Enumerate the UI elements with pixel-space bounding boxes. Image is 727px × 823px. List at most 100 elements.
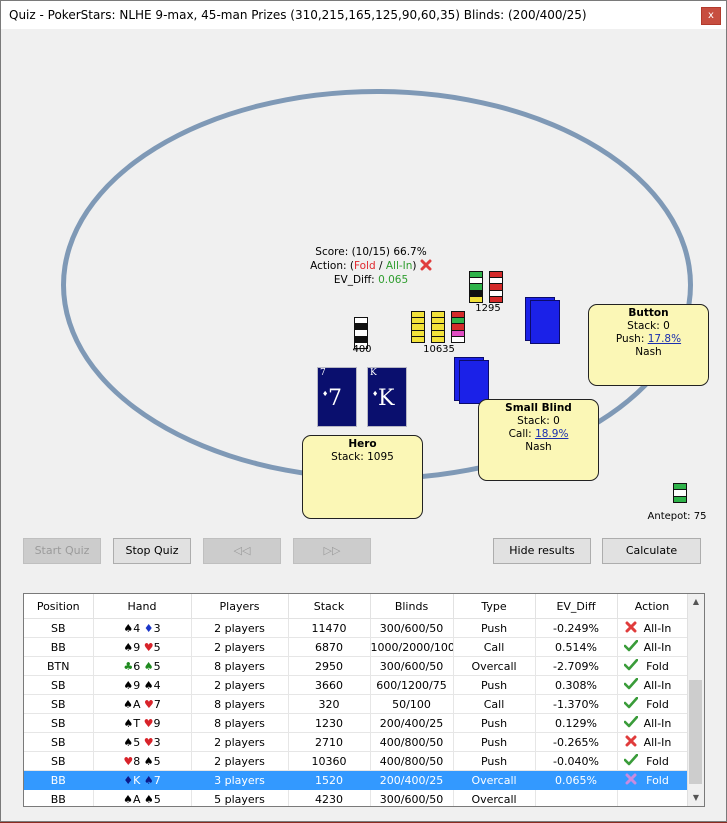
cell-position: SB — [24, 675, 94, 695]
prev-button[interactable]: ◁◁ — [203, 538, 281, 564]
results-grid[interactable]: Position Hand Players Stack Blinds Type … — [23, 593, 705, 807]
cell-hand: ♠9 ♠4 — [93, 675, 192, 695]
player-box-hero[interactable]: Hero Stack: 1095 — [302, 435, 423, 519]
card-rank: 8 — [133, 754, 141, 768]
start-quiz-button[interactable]: Start Quiz — [23, 538, 101, 564]
cell-blinds: 300/600/50 — [370, 618, 454, 638]
col-header-hand[interactable]: Hand — [93, 594, 192, 619]
card-rank: 5 — [153, 640, 161, 654]
player-box-button[interactable]: Button Stack: 0 Push: 17.8% Nash — [588, 304, 709, 386]
table-row[interactable]: BTN ♣6 ♠5 8 players 2950 300/600/50 Overcall -… — [24, 656, 688, 676]
checkmark-icon — [623, 677, 639, 693]
card-rank: 5 — [153, 659, 161, 673]
quiz-window: Quiz - PokerStars: NLHE 9-max, 45-man Pr… — [0, 0, 727, 822]
cell-action: Fold — [617, 770, 688, 790]
cell-hand: ♠A ♥7 — [93, 694, 192, 714]
scroll-down-icon[interactable]: ▼ — [688, 790, 704, 806]
cell-hand: ♦K ♠7 — [93, 770, 192, 790]
push-range-link[interactable]: 17.8% — [648, 333, 681, 345]
scroll-up-icon[interactable]: ▲ — [688, 594, 704, 610]
cell-stack: 320 — [288, 694, 371, 714]
cell-position: SB — [24, 713, 94, 733]
table-row[interactable]: SB ♠9 ♠4 2 players 3660 600/1200/75 Push 0.308… — [24, 675, 688, 695]
wrong-icon — [420, 259, 432, 271]
table-row[interactable]: SB ♠A ♥7 8 players 320 50/100 Call -1.370% Fold — [24, 694, 688, 714]
cell-stack: 2950 — [288, 656, 371, 676]
card-suit: ♠ — [143, 678, 154, 692]
cell-players: 8 players — [191, 713, 289, 733]
card-suit: ♠ — [143, 754, 154, 768]
sb-bet-amount: 1295 — [475, 303, 501, 314]
table-row[interactable]: SB ♠4 ♦3 2 players 11470 300/600/50 Push -0.24… — [24, 618, 688, 638]
action-line: Action: (Fold / All-In) — [296, 259, 446, 273]
cell-position: SB — [24, 618, 94, 638]
col-header-ev-diff[interactable]: EV_Diff — [535, 594, 618, 619]
card-suit: ♠ — [143, 773, 154, 787]
card-rank: 5 — [153, 792, 161, 806]
table-row[interactable]: BB ♠9 ♥5 2 players 6870 1000/2000/100 Call 0.5… — [24, 637, 688, 657]
cell-action: Fold — [617, 694, 688, 714]
card-rank: 5 — [133, 735, 141, 749]
card-rank: 9 — [153, 716, 161, 730]
sb-hidden-card — [459, 360, 489, 404]
cell-type: Call — [453, 694, 536, 714]
calculate-button[interactable]: Calculate — [602, 538, 701, 564]
card-suit: ♠ — [123, 640, 134, 654]
cell-blinds: 1000/2000/100 — [370, 637, 454, 657]
table-row[interactable]: SB ♥8 ♠5 2 players 10360 400/800/50 Push -0.04… — [24, 751, 688, 771]
card-rank: 9 — [133, 640, 141, 654]
action-text: Fold — [646, 773, 669, 787]
col-header-stack[interactable]: Stack — [288, 594, 371, 619]
table-row[interactable]: SB ♠5 ♥3 2 players 2710 400/800/50 Push -0.265… — [24, 732, 688, 752]
chip-stack — [489, 271, 503, 303]
cell-type: Overcall — [453, 789, 536, 806]
action-text: All-In — [643, 716, 672, 730]
table-row[interactable]: BB ♦K ♠7 3 players 1520 200/400/25 Overcall 0.… — [24, 770, 688, 790]
card-suit: ♠ — [123, 735, 134, 749]
cell-stack: 11470 — [288, 618, 371, 638]
hide-results-button[interactable]: Hide results — [493, 538, 591, 564]
cell-blinds: 400/800/50 — [370, 732, 454, 752]
cell-stack: 1230 — [288, 713, 371, 733]
vertical-scrollbar[interactable]: ▲ ▼ — [687, 594, 704, 806]
cell-action: Fold — [617, 751, 688, 771]
cell-stack: 4230 — [288, 789, 371, 806]
table-row[interactable]: SB ♠T ♥9 8 players 1230 200/400/25 Push 0.129%… — [24, 713, 688, 733]
chip-stack — [469, 271, 483, 303]
chip-stack — [411, 311, 425, 343]
col-header-action[interactable]: Action — [617, 594, 688, 619]
card-suit: ♠ — [123, 678, 134, 692]
action-prefix: Action: ( — [310, 260, 354, 272]
antepot-label: Antepot: 75 — [647, 511, 707, 522]
checkmark-icon — [623, 639, 639, 655]
col-header-type[interactable]: Type — [453, 594, 536, 619]
col-header-blinds[interactable]: Blinds — [370, 594, 454, 619]
action-text: All-In — [643, 678, 672, 692]
col-header-position[interactable]: Position — [24, 594, 94, 619]
call-range-link[interactable]: 18.9% — [535, 428, 568, 440]
card-suit: ♥ — [143, 716, 154, 730]
next-button[interactable]: ▷▷ — [293, 538, 371, 564]
cell-players: 2 players — [191, 732, 289, 752]
close-button[interactable]: x — [701, 7, 721, 25]
cell-type: Overcall — [453, 770, 536, 790]
push-prefix: Push: — [615, 333, 648, 345]
stop-quiz-button[interactable]: Stop Quiz — [113, 538, 191, 564]
hero-card-1: 7 ♦ 7 — [317, 367, 357, 427]
cell-hand: ♠9 ♥5 — [93, 637, 192, 657]
table-row[interactable]: BB ♠A ♠5 5 players 4230 300/600/50 Overcall — [24, 789, 688, 806]
scroll-thumb[interactable] — [689, 680, 702, 784]
cell-hand: ♠T ♥9 — [93, 713, 192, 733]
card-suit: ♦ — [143, 621, 154, 635]
player-box-small-blind[interactable]: Small Blind Stack: 0 Call: 18.9% Nash — [478, 399, 599, 481]
checkmark-icon — [623, 696, 639, 712]
chip-stack — [451, 311, 465, 343]
cell-position: SB — [24, 694, 94, 714]
card-suit: ♥ — [144, 697, 154, 711]
cell-hand: ♠5 ♥3 — [93, 732, 192, 752]
card-rank: 9 — [133, 678, 141, 692]
card-suit: ♦ — [123, 773, 134, 787]
card-rank: 3 — [153, 735, 161, 749]
title-bar[interactable]: Quiz - PokerStars: NLHE 9-max, 45-man Pr… — [1, 1, 726, 29]
col-header-players[interactable]: Players — [191, 594, 289, 619]
